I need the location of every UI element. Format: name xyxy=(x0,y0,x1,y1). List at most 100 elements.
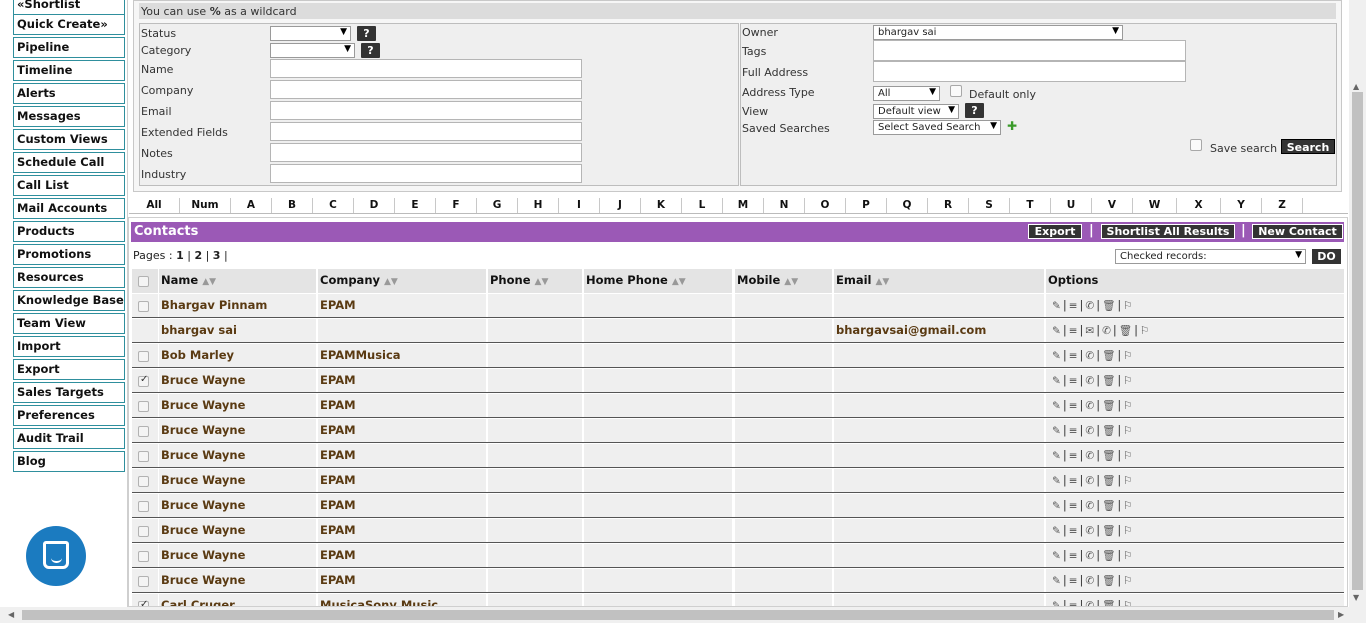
alphabet-filter-x[interactable]: X xyxy=(1177,198,1221,213)
row-checkbox[interactable] xyxy=(138,351,149,362)
cell-name[interactable]: Bruce Wayne xyxy=(159,569,316,592)
sort-icon[interactable]: ▲▼ xyxy=(876,277,890,287)
alphabet-filter-j[interactable]: J xyxy=(600,198,641,213)
phone-icon[interactable]: ✆ xyxy=(1085,300,1094,312)
sidebar-item-shortlist[interactable]: «Shortlist xyxy=(13,0,125,15)
trash-icon[interactable]: 🗑 xyxy=(1102,575,1115,587)
alphabet-filter-num[interactable]: Num xyxy=(180,198,231,213)
row-checkbox[interactable] xyxy=(138,426,149,437)
list-icon[interactable]: ≡ xyxy=(1069,375,1078,387)
sidebar-item-quick-create[interactable]: Quick Create» xyxy=(13,14,125,35)
flag-icon[interactable]: ⚐ xyxy=(1123,400,1132,412)
row-checkbox[interactable] xyxy=(138,501,149,512)
trash-icon[interactable]: 🗑 xyxy=(1102,400,1115,412)
alphabet-filter-w[interactable]: W xyxy=(1133,198,1177,213)
alphabet-filter-r[interactable]: R xyxy=(928,198,969,213)
scroll-up-arrow-icon[interactable]: ▲ xyxy=(1353,82,1359,91)
cell-name[interactable]: Bruce Wayne xyxy=(159,369,316,392)
flag-icon[interactable]: ⚐ xyxy=(1123,500,1132,512)
sidebar-item-timeline[interactable]: Timeline xyxy=(13,60,125,81)
phone-icon[interactable]: ✆ xyxy=(1085,425,1094,437)
list-icon[interactable]: ≡ xyxy=(1069,475,1078,487)
trash-icon[interactable]: 🗑 xyxy=(1102,450,1115,462)
select-all-checkbox[interactable] xyxy=(138,276,149,287)
scroll-right-arrow-icon[interactable]: ▶ xyxy=(1338,610,1344,619)
cell-name[interactable]: Bruce Wayne xyxy=(159,469,316,492)
alphabet-filter-c[interactable]: C xyxy=(313,198,354,213)
status-help-button[interactable]: ? xyxy=(357,26,376,41)
list-icon[interactable]: ≡ xyxy=(1069,525,1078,537)
alphabet-filter-b[interactable]: B xyxy=(272,198,313,213)
edit-icon[interactable]: ✎ xyxy=(1052,425,1061,437)
export-button[interactable]: Export xyxy=(1028,224,1082,239)
sidebar-item-team-view[interactable]: Team View xyxy=(13,313,125,334)
edit-icon[interactable]: ✎ xyxy=(1052,300,1061,312)
cell-name[interactable]: Carl Cruger xyxy=(159,594,316,606)
flag-icon[interactable]: ⚐ xyxy=(1123,550,1132,562)
phone-icon[interactable]: ✆ xyxy=(1085,475,1094,487)
edit-icon[interactable]: ✎ xyxy=(1052,550,1061,562)
trash-icon[interactable]: 🗑 xyxy=(1102,500,1115,512)
edit-icon[interactable]: ✎ xyxy=(1052,500,1061,512)
list-icon[interactable]: ≡ xyxy=(1069,500,1078,512)
edit-icon[interactable]: ✎ xyxy=(1052,600,1061,606)
list-icon[interactable]: ≡ xyxy=(1069,300,1078,312)
company-column-header[interactable]: Company ▲▼ xyxy=(318,269,486,293)
alphabet-filter-y[interactable]: Y xyxy=(1221,198,1262,213)
alphabet-filter-k[interactable]: K xyxy=(641,198,682,213)
cell-name[interactable]: Bhargav Pinnam xyxy=(159,294,316,317)
alphabet-filter-f[interactable]: F xyxy=(436,198,477,213)
shortlist-all-results-button[interactable]: Shortlist All Results xyxy=(1101,224,1235,239)
trash-icon[interactable]: 🗑 xyxy=(1102,475,1115,487)
sidebar-item-pipeline[interactable]: Pipeline xyxy=(13,37,125,58)
sidebar-item-call-list[interactable]: Call List xyxy=(13,175,125,196)
trash-icon[interactable]: 🗑 xyxy=(1102,300,1115,312)
sort-icon[interactable]: ▲▼ xyxy=(202,277,216,287)
cell-name[interactable]: bhargav sai xyxy=(159,319,316,342)
mobile-column-header[interactable]: Mobile ▲▼ xyxy=(735,269,832,293)
alphabet-filter-i[interactable]: I xyxy=(559,198,600,213)
sidebar-item-audit-trail[interactable]: Audit Trail xyxy=(13,428,125,449)
alphabet-filter-g[interactable]: G xyxy=(477,198,518,213)
company-input[interactable] xyxy=(270,80,582,99)
sidebar-item-mail-accounts[interactable]: Mail Accounts xyxy=(13,198,125,219)
alphabet-filter-z[interactable]: Z xyxy=(1262,198,1303,213)
full-address-input[interactable] xyxy=(873,61,1186,82)
alphabet-filter-d[interactable]: D xyxy=(354,198,395,213)
view-help-button[interactable]: ? xyxy=(965,103,984,118)
alphabet-filter-m[interactable]: M xyxy=(723,198,764,213)
page-link-3[interactable]: 3 xyxy=(213,249,221,262)
row-checkbox[interactable] xyxy=(138,451,149,462)
horizontal-scrollbar-thumb[interactable] xyxy=(22,610,1334,620)
sidebar-item-products[interactable]: Products xyxy=(13,221,125,242)
do-button[interactable]: DO xyxy=(1312,249,1341,264)
view-select[interactable]: Default view ▼ xyxy=(873,104,959,119)
sidebar-item-knowledge-base[interactable]: Knowledge Base xyxy=(13,290,125,311)
alphabet-filter-a[interactable]: A xyxy=(231,198,272,213)
chat-icon[interactable] xyxy=(26,526,86,586)
sidebar-item-resources[interactable]: Resources xyxy=(13,267,125,288)
cell-name[interactable]: Bruce Wayne xyxy=(159,419,316,442)
category-help-button[interactable]: ? xyxy=(361,43,380,58)
trash-icon[interactable]: 🗑 xyxy=(1102,375,1115,387)
alphabet-filter-l[interactable]: L xyxy=(682,198,723,213)
category-select[interactable]: ▼ xyxy=(270,43,355,58)
cell-name[interactable]: Bruce Wayne xyxy=(159,519,316,542)
edit-icon[interactable]: ✎ xyxy=(1052,575,1061,587)
sidebar-item-import[interactable]: Import xyxy=(13,336,125,357)
notes-input[interactable] xyxy=(270,143,582,162)
phone-icon[interactable]: ✆ xyxy=(1085,450,1094,462)
row-checkbox[interactable] xyxy=(138,576,149,587)
scroll-left-arrow-icon[interactable]: ◀ xyxy=(8,610,14,619)
sidebar-item-alerts[interactable]: Alerts xyxy=(13,83,125,104)
trash-icon[interactable]: 🗑 xyxy=(1102,425,1115,437)
row-checkbox[interactable] xyxy=(138,476,149,487)
trash-icon[interactable]: 🗑 xyxy=(1119,325,1132,337)
sidebar-item-preferences[interactable]: Preferences xyxy=(13,405,125,426)
sort-icon[interactable]: ▲▼ xyxy=(672,277,686,287)
list-icon[interactable]: ≡ xyxy=(1069,600,1078,606)
edit-icon[interactable]: ✎ xyxy=(1052,325,1061,337)
list-icon[interactable]: ≡ xyxy=(1069,425,1078,437)
cell-name[interactable]: Bruce Wayne xyxy=(159,544,316,567)
extended-fields-input[interactable] xyxy=(270,122,582,141)
